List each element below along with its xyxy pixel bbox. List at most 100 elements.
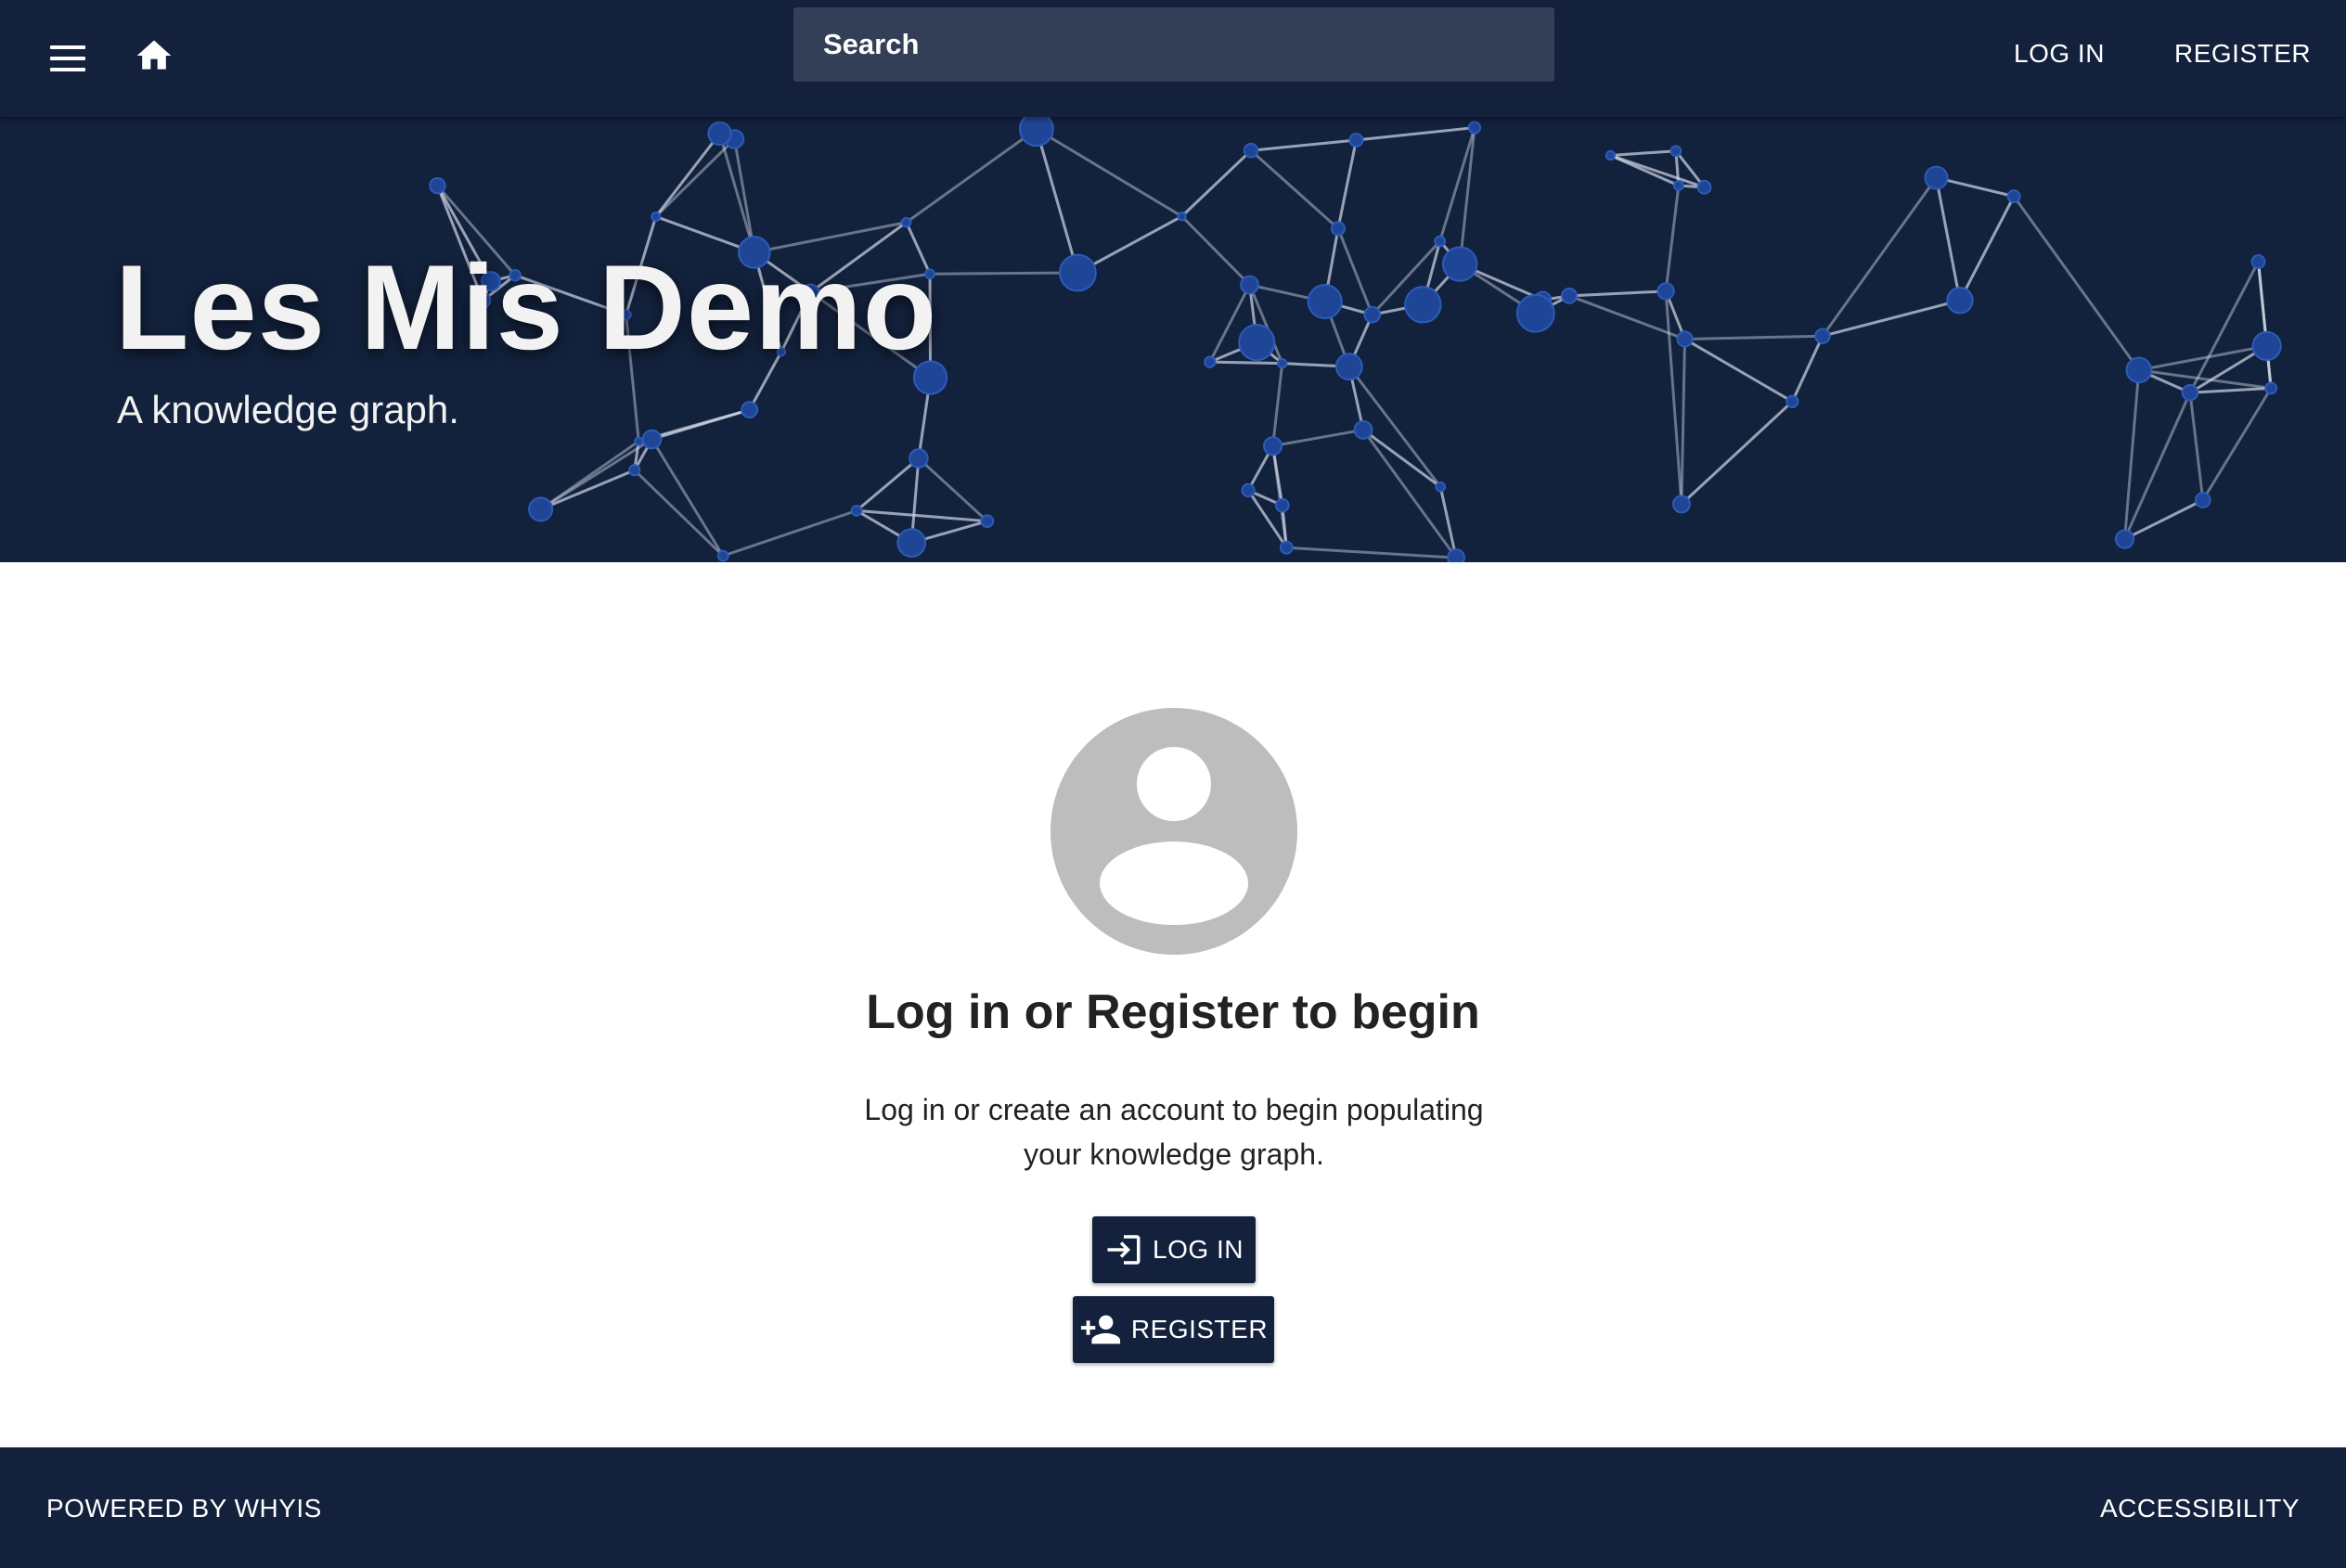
network-edge: [930, 271, 1078, 276]
network-node: [1334, 353, 1363, 381]
network-node: [1277, 357, 1288, 369]
network-node: [1404, 286, 1442, 324]
search-box[interactable]: [793, 7, 1554, 82]
network-node: [528, 496, 554, 522]
powered-by-link[interactable]: POWERED BY WHYIS: [46, 1494, 322, 1523]
network-node: [1243, 142, 1259, 159]
network-node: [1447, 548, 1466, 562]
network-edge: [2012, 195, 2141, 371]
network-node: [1058, 253, 1097, 292]
network-edge: [654, 137, 736, 218]
hero-banner: Les Mis Demo A knowledge graph.: [0, 117, 2346, 562]
network-edge: [1680, 339, 1687, 505]
network-edge: [917, 456, 988, 522]
network-edge: [1790, 335, 1824, 403]
network-node: [1330, 221, 1346, 237]
network-edge: [2123, 498, 2204, 541]
network-node: [1814, 328, 1831, 344]
network-edge: [1935, 177, 1962, 302]
network-node: [1434, 235, 1447, 248]
network-node: [1177, 211, 1187, 222]
network-edge: [1683, 338, 1794, 404]
network-node: [1669, 145, 1682, 158]
network-edge: [1684, 334, 1823, 341]
network-node: [2125, 356, 2153, 384]
network-edge: [1336, 139, 1358, 229]
network-edge: [1958, 195, 2016, 302]
network-node: [707, 121, 732, 147]
network-node: [1696, 179, 1712, 195]
network-node: [634, 436, 644, 446]
main-content: Log in or Register to begin Log in or cr…: [0, 562, 2346, 1447]
network-node: [896, 528, 927, 558]
network-edge: [1272, 428, 1364, 448]
network-edge: [1250, 138, 1357, 152]
network-node: [1672, 179, 1684, 191]
network-node: [1307, 283, 1343, 320]
network-edge: [1209, 360, 1283, 366]
hamburger-menu-icon[interactable]: [48, 40, 87, 77]
network-edge: [1336, 227, 1374, 315]
network-edge: [2257, 261, 2273, 389]
accessibility-link[interactable]: ACCESSIBILITY: [2100, 1494, 2300, 1523]
site-title: Les Mis Demo: [115, 239, 938, 375]
login-button[interactable]: LOG IN: [1092, 1216, 1256, 1283]
top-app-bar: LOG IN REGISTER: [0, 0, 2346, 117]
network-edge: [722, 508, 857, 558]
register-button[interactable]: REGISTER: [1073, 1296, 1274, 1363]
search-input[interactable]: [793, 7, 1554, 82]
home-icon[interactable]: [134, 35, 174, 76]
network-edge: [1250, 149, 1339, 230]
network-node: [2194, 492, 2211, 508]
network-node: [1018, 117, 1054, 148]
network-edge: [654, 133, 721, 218]
network-node: [2006, 189, 2021, 204]
login-button-label: LOG IN: [1153, 1235, 1244, 1264]
network-node: [429, 176, 446, 195]
network-node: [1561, 287, 1578, 304]
header-login-link[interactable]: LOG IN: [2014, 39, 2105, 69]
network-node: [1262, 436, 1283, 456]
network-node: [909, 448, 929, 469]
network-node: [900, 216, 912, 228]
cta-description: Log in or create an account to begin pop…: [864, 1093, 1484, 1171]
network-node: [1656, 282, 1675, 301]
network-node: [741, 401, 759, 419]
network-edge: [1610, 149, 1676, 157]
account-circle-icon: [1051, 708, 1297, 955]
network-edge: [856, 456, 920, 512]
network-node: [1240, 275, 1259, 295]
network-node: [1442, 246, 1478, 282]
network-edge: [1568, 289, 1667, 298]
network-edge: [1180, 215, 1251, 287]
network-node: [1363, 305, 1382, 324]
network-edge: [905, 127, 1038, 224]
network-node: [641, 429, 663, 450]
site-subtitle: A knowledge graph.: [117, 388, 459, 431]
network-node: [1204, 355, 1217, 368]
network-node: [1241, 482, 1256, 498]
header-register-link[interactable]: REGISTER: [2174, 39, 2311, 69]
network-node: [1924, 165, 1949, 190]
network-edge: [2201, 387, 2273, 501]
network-edge: [1180, 149, 1253, 218]
network-node: [1785, 394, 1799, 408]
network-node: [1279, 540, 1294, 555]
network-node: [1348, 133, 1364, 148]
network-node: [1274, 497, 1290, 513]
register-button-label: REGISTER: [1130, 1315, 1269, 1343]
network-edge: [1356, 126, 1476, 142]
network-node: [850, 504, 863, 517]
network-node: [1515, 293, 1555, 333]
network-node: [1238, 324, 1276, 362]
network-node: [2114, 529, 2135, 549]
network-node: [1353, 419, 1373, 440]
network-node: [1946, 287, 1974, 315]
network-edge: [2189, 386, 2272, 394]
network-node: [2250, 253, 2266, 269]
network-edge: [1286, 546, 1457, 559]
login-icon: [1104, 1230, 1143, 1269]
network-edge: [1664, 185, 1681, 292]
network-node: [651, 211, 662, 222]
network-node: [716, 549, 729, 562]
